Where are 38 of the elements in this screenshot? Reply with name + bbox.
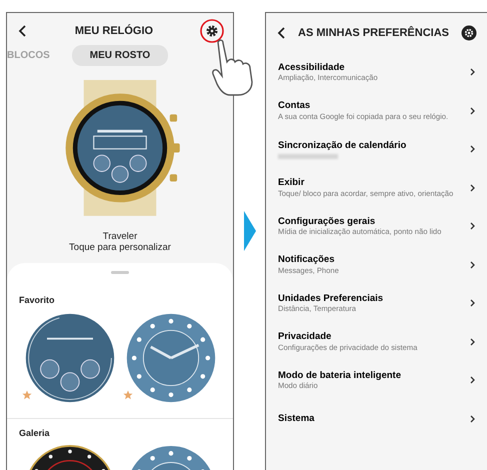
item-title: Privacidade <box>278 331 332 343</box>
watch-name: Traveler <box>102 232 138 243</box>
item-title: Sistema <box>278 413 316 424</box>
item-title: Modo de bateria inteligente <box>278 370 402 382</box>
item-title: Sincronização de calendário <box>278 140 408 151</box>
chevron-icon <box>470 260 475 269</box>
settings-icon[interactable] <box>461 25 477 41</box>
item-title: Acessibilidade <box>278 62 346 74</box>
settings-item[interactable]: Sincronização de calendário <box>266 130 487 168</box>
item-title: Configurações gerais <box>278 216 376 228</box>
settings-item[interactable]: Sistema <box>266 400 487 438</box>
sheet-handle[interactable] <box>111 271 129 274</box>
chevron-icon <box>470 338 475 346</box>
chevron-icon <box>470 376 475 384</box>
arrow-icon <box>244 211 256 251</box>
star-icon[interactable] <box>22 390 32 400</box>
item-title: Notificações <box>278 254 336 266</box>
back-icon[interactable] <box>17 24 27 38</box>
chevron-icon <box>470 145 475 154</box>
item-title: Contas <box>278 100 312 112</box>
customize-hint: Toque para personalizar <box>68 242 172 253</box>
watch-face-drawing[interactable] <box>24 312 116 404</box>
section-title: Favorito <box>19 294 56 307</box>
screen-title: MEU RELÓGIO <box>74 23 154 39</box>
chevron-icon <box>470 414 475 423</box>
section-title: Galeria <box>19 426 51 440</box>
chevron-icon <box>470 106 475 115</box>
chevron-icon <box>470 222 475 230</box>
item-title: Exibir <box>278 177 306 189</box>
chevron-icon <box>470 299 475 308</box>
back-icon[interactable] <box>276 26 286 40</box>
chevron-icon <box>470 68 475 76</box>
chevron-icon <box>470 184 475 192</box>
tab[interactable]: MEU ROSTO <box>72 45 168 66</box>
screen-title: AS MINHAS PREFERÊNCIAS <box>297 25 450 41</box>
item-title: Unidades Preferenciais <box>278 292 384 304</box>
settings-icon[interactable] <box>204 24 219 38</box>
star-icon[interactable] <box>122 390 132 400</box>
